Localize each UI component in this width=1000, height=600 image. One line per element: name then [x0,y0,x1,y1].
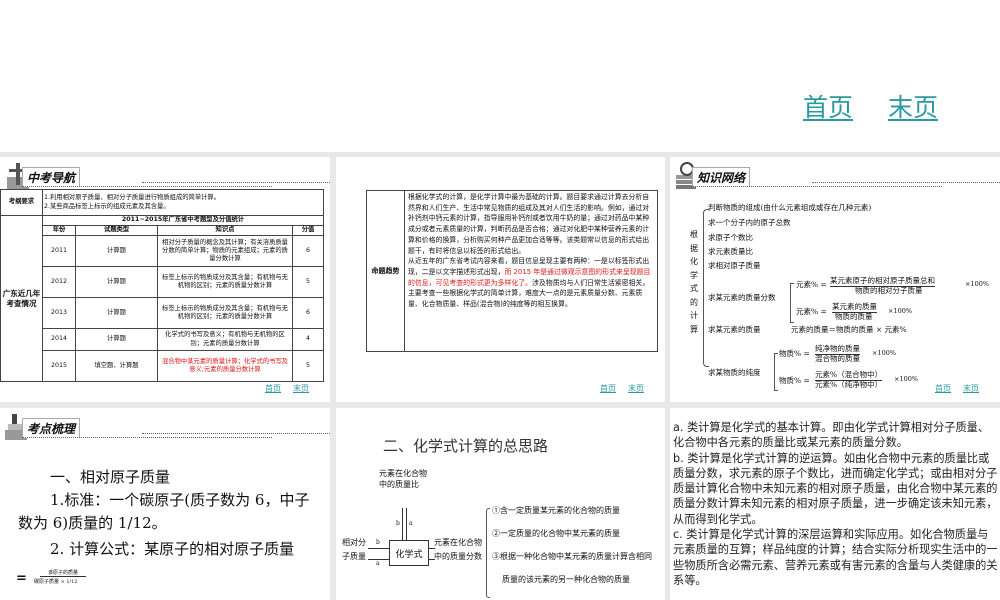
slide-thumbnail-1[interactable]: 中考导航 考纲要求 1.利用相对原子质量、相对分子质量进行物质组成的简单计算。 2.… [0,157,330,402]
section-heading: 一、相对原子质量 [50,468,171,486]
exam-stats-table: 考纲要求 1.利用相对原子质量、相对分子质量进行物质组成的简单计算。 2.某些商品标… [0,189,324,382]
last-page-link[interactable]: 末页 [888,88,938,124]
slide-thumbnail-3[interactable]: 知识网络 根据化学式的计算 判断物质的组成(由什么元素组成或存在几种元素) 求一… [670,157,1000,402]
first-page-link[interactable]: 首页 [600,383,616,394]
slide-thumbnail-6[interactable]: a. 类计算是化学式的基本计算。即由化学式计算相对分子质量、化合物中各元素的质量… [670,408,1000,600]
slide-thumbnail-4[interactable]: 考点梳理 一、相对原子质量 1.标准：一个碳原子(质子数为 6，中子 数为 6)… [0,408,330,600]
last-page-link[interactable]: 末页 [963,383,979,394]
slide-header: 考点梳理 [2,410,330,444]
slide-header: 中考导航 [2,159,330,193]
calculation-types-text: a. 类计算是化学式的基本计算。即由化学式计算相对分子质量、化合物中各元素的质量… [673,421,998,587]
table-row: 2014 计算题 化学式的书写及意义；有机物与无机物的区别；元素的质量分数计算 4 [1,328,324,351]
first-page-link[interactable]: 首页 [803,88,853,124]
slide-header: 知识网络 [672,159,1000,193]
first-page-link[interactable]: 首页 [265,383,281,394]
current-slide-footer: 首页 末页 [0,0,1000,152]
slide-thumbnail-5[interactable]: 二、化学式计算的总思路 元素在化合物中的质量比 相对分子质量 化学式 元素在化合… [336,408,665,600]
trend-table: 命题趋势 根据化学式的计算，是化学计算中最为基础的计算。题目要求通过计算去分析自… [366,190,658,352]
table-row: 2015 填空题、计算题 混合物中某元素的质量计算；化学式的书写及意义;元素的质量分… [1,350,324,382]
last-page-link[interactable]: 末页 [628,383,644,394]
table-row: 2011 计算题 相对分子质量的概念及其计算；有关溶质质量分数的简单计算；物质的元素… [1,235,324,267]
table-row: 2013 计算题 标签上标示的物质成分及其含量；有机物与无机物的区别；元素的质量分数… [1,297,324,329]
slide-thumbnail-2[interactable]: 命题趋势 根据化学式的计算，是化学计算中最为基础的计算。题目要求通过计算去分析自… [336,157,665,402]
first-page-link[interactable]: 首页 [935,383,951,394]
last-page-link[interactable]: 末页 [293,383,309,394]
slide-title: 二、化学式计算的总思路 [383,437,549,455]
table-row: 2012 计算题 标签上标示的物质成分及其含量；有机物与无机物的区别；元素的质量分数… [1,266,324,298]
